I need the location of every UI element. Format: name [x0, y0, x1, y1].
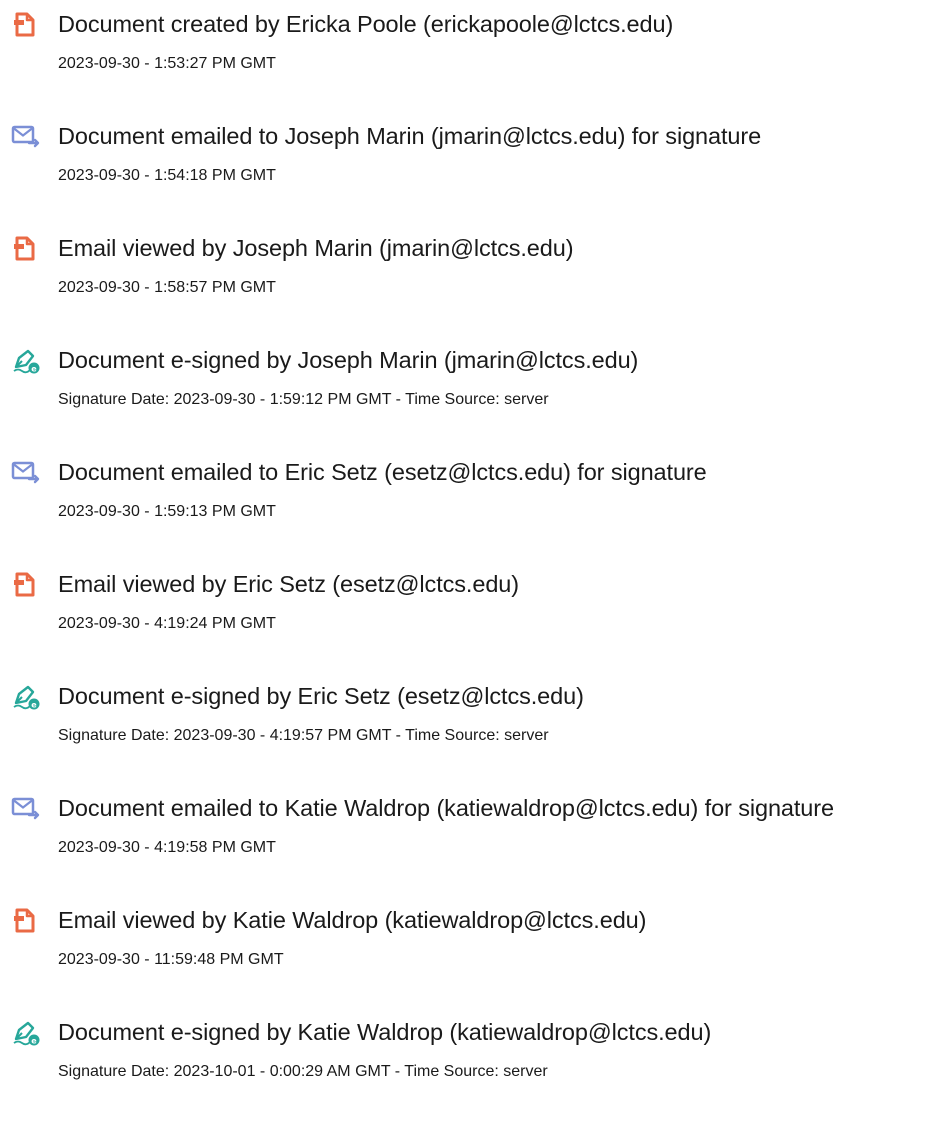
svg-text:e: e: [31, 1036, 37, 1045]
event-timestamp: 2023-09-30 - 4:19:24 PM GMT: [58, 615, 276, 632]
event-title: Document emailed to Joseph Marin (jmarin…: [58, 123, 762, 149]
history-event: Document emailed to Katie Waldrop (katie…: [11, 791, 948, 903]
email-sent-icon: [11, 121, 41, 151]
history-event: Document created by Ericka Poole (ericka…: [11, 7, 948, 119]
history-event: e Document e-signed by Katie Waldrop (ka…: [11, 1015, 948, 1127]
event-timestamp: 2023-09-30 - 1:59:13 PM GMT: [58, 503, 276, 520]
event-title: Document e-signed by Eric Setz (esetz@lc…: [58, 683, 584, 709]
document-viewed-icon: [11, 905, 41, 935]
event-title: Document e-signed by Joseph Marin (jmari…: [58, 347, 639, 373]
history-event: e Document e-signed by Eric Setz (esetz@…: [11, 679, 948, 791]
event-title: Document emailed to Katie Waldrop (katie…: [58, 795, 834, 821]
event-title: Document emailed to Eric Setz (esetz@lct…: [58, 459, 707, 485]
document-created-icon: [11, 9, 41, 39]
svg-text:e: e: [31, 364, 37, 373]
svg-text:e: e: [31, 700, 37, 709]
event-timestamp: 2023-09-30 - 1:53:27 PM GMT: [58, 55, 276, 72]
history-event: Email viewed by Joseph Marin (jmarin@lct…: [11, 231, 948, 343]
history-event: Email viewed by Katie Waldrop (katiewald…: [11, 903, 948, 1015]
esign-pen-icon: e: [11, 345, 41, 375]
event-timestamp: 2023-09-30 - 1:54:18 PM GMT: [58, 167, 276, 184]
document-viewed-icon: [11, 233, 41, 263]
event-title: Email viewed by Joseph Marin (jmarin@lct…: [58, 235, 574, 261]
history-event: Email viewed by Eric Setz (esetz@lctcs.e…: [11, 567, 948, 679]
history-event: Document emailed to Joseph Marin (jmarin…: [11, 119, 948, 231]
email-sent-icon: [11, 457, 41, 487]
event-signature-date: Signature Date: 2023-09-30 - 1:59:12 PM …: [58, 391, 549, 408]
email-sent-icon: [11, 793, 41, 823]
event-signature-date: Signature Date: 2023-09-30 - 4:19:57 PM …: [58, 727, 549, 744]
event-timestamp: 2023-09-30 - 11:59:48 PM GMT: [58, 951, 284, 968]
event-title: Email viewed by Katie Waldrop (katiewald…: [58, 907, 647, 933]
event-title: Document created by Ericka Poole (ericka…: [58, 11, 674, 37]
esign-pen-icon: e: [11, 681, 41, 711]
event-title: Document e-signed by Katie Waldrop (kati…: [58, 1019, 712, 1045]
event-signature-date: Signature Date: 2023-10-01 - 0:00:29 AM …: [58, 1063, 548, 1080]
event-title: Email viewed by Eric Setz (esetz@lctcs.e…: [58, 571, 519, 597]
event-timestamp: 2023-09-30 - 1:58:57 PM GMT: [58, 279, 276, 296]
esign-pen-icon: e: [11, 1017, 41, 1047]
audit-history-list: Document created by Ericka Poole (ericka…: [11, 7, 948, 1127]
history-event: e Document e-signed by Joseph Marin (jma…: [11, 343, 948, 455]
event-timestamp: 2023-09-30 - 4:19:58 PM GMT: [58, 839, 276, 856]
document-viewed-icon: [11, 569, 41, 599]
history-event: Document emailed to Eric Setz (esetz@lct…: [11, 455, 948, 567]
